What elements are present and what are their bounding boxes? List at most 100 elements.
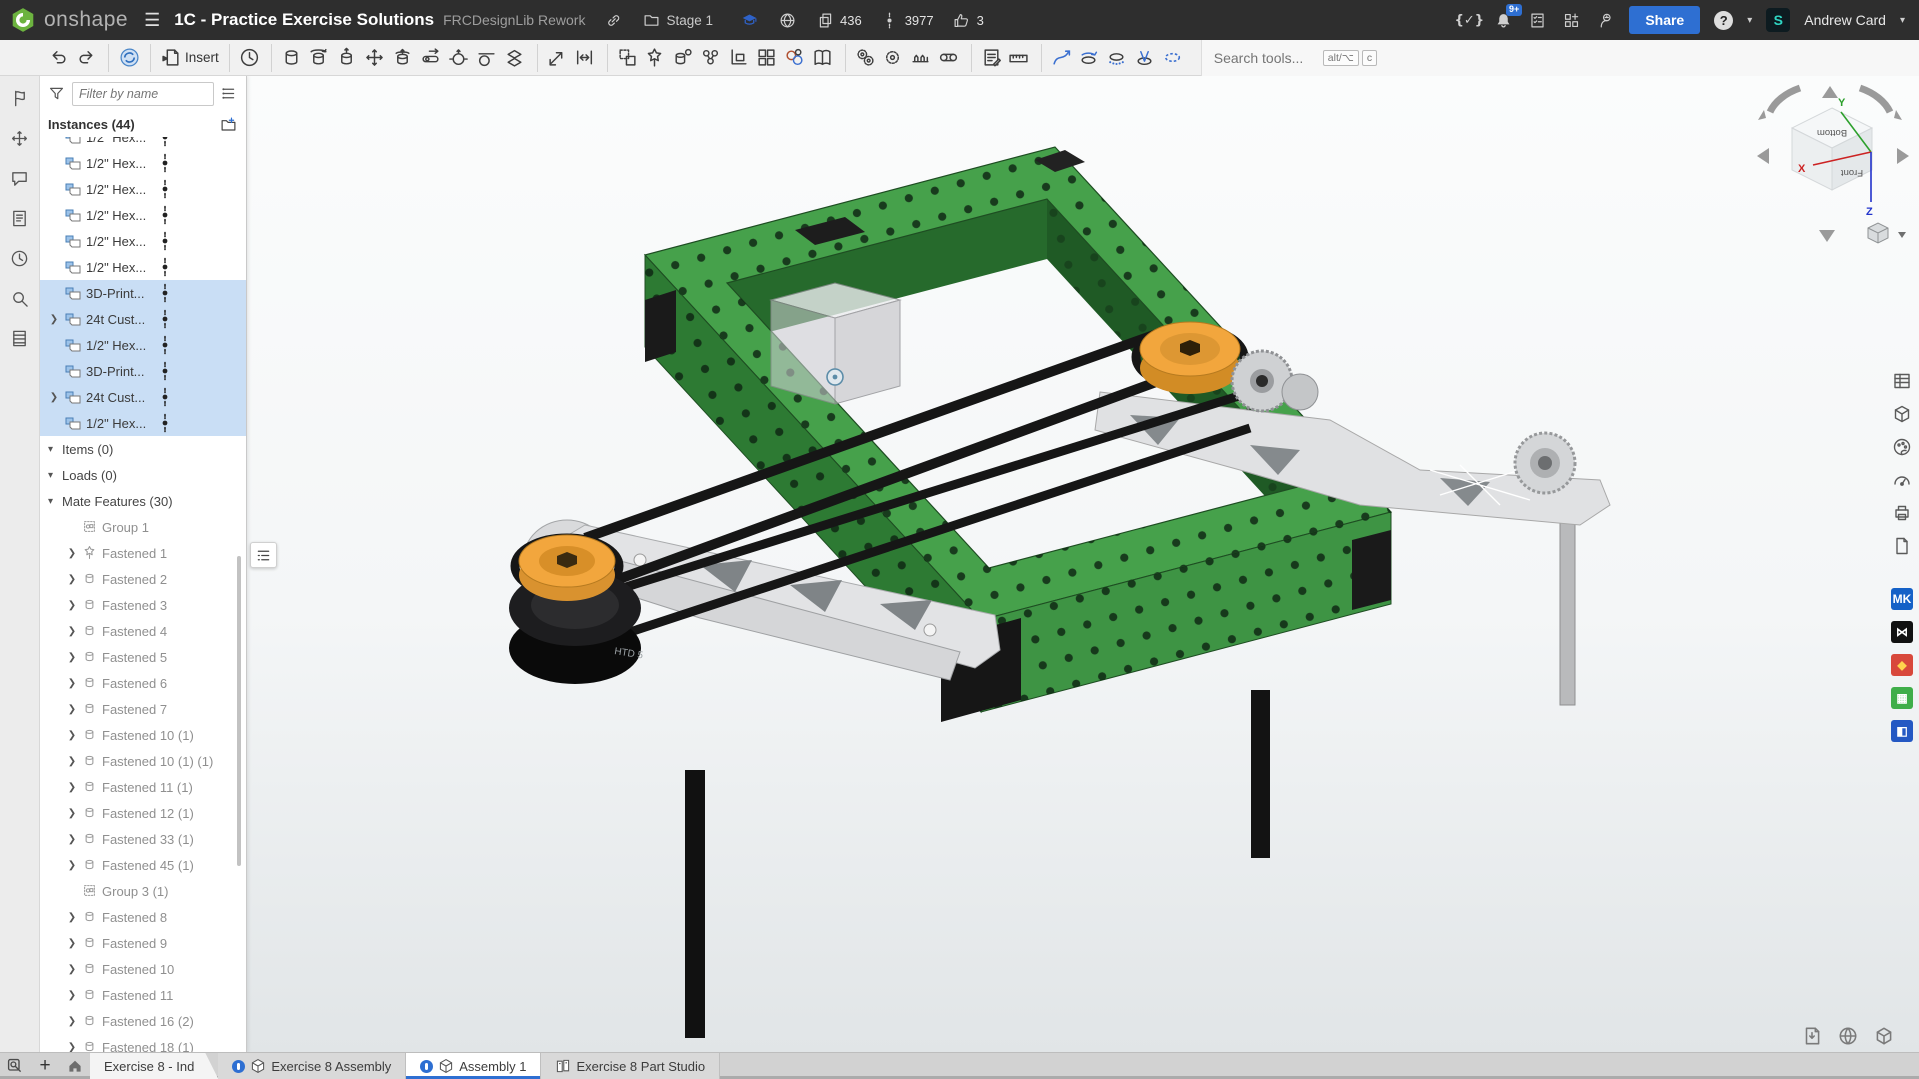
rotate-ccw-arrow[interactable]: [1770, 88, 1800, 112]
mate-feature-row[interactable]: ❯ Fastened 5: [40, 644, 246, 670]
instance-row[interactable]: ❯ 1/2" Hex...: [40, 137, 246, 150]
expand-chevron-icon[interactable]: ❯: [64, 912, 80, 923]
strip-button[interactable]: [8, 126, 32, 150]
loads-section[interactable]: ▾ Loads (0): [40, 462, 246, 488]
strip-button[interactable]: [8, 86, 32, 110]
toolbar-button[interactable]: [1159, 44, 1187, 72]
strip-button[interactable]: [8, 286, 32, 310]
mate-feature-row[interactable]: ❯ Fastened 11 (1): [40, 774, 246, 800]
toolbar-button[interactable]: [1131, 44, 1159, 72]
expand-chevron-icon[interactable]: ❯: [46, 392, 62, 403]
user-name[interactable]: Andrew Card: [1804, 12, 1886, 28]
mate-feature-row[interactable]: ❯ Fastened 7: [40, 696, 246, 722]
cube-front-face-label[interactable]: Front: [1841, 167, 1864, 178]
help-button[interactable]: ?: [1714, 11, 1733, 30]
view-menu-button[interactable]: [1868, 223, 1906, 243]
instance-row[interactable]: ❯ 1/2" Hex...: [40, 332, 246, 358]
mate-feature-row[interactable]: ❯ Fastened 18 (1): [40, 1034, 246, 1052]
right-panel-button[interactable]: ⋈: [1891, 621, 1913, 643]
folder-icon[interactable]: [641, 10, 661, 30]
share-button[interactable]: Share: [1629, 6, 1700, 34]
right-panel-button[interactable]: MK: [1891, 588, 1913, 610]
mate-feature-row[interactable]: ❯ Group 1: [40, 514, 246, 540]
right-panel-button[interactable]: [1891, 370, 1913, 392]
document-title[interactable]: 1C - Practice Exercise Solutions: [174, 10, 434, 30]
tasks-icon[interactable]: [1527, 10, 1547, 30]
mate-feature-row[interactable]: ❯ Fastened 16 (2): [40, 1008, 246, 1034]
toolbar-button[interactable]: [445, 44, 473, 72]
rotate-right-arrow[interactable]: [1897, 148, 1909, 164]
dof-indicator-icon[interactable]: [158, 231, 172, 251]
rotate-cw-arrow[interactable]: [1860, 88, 1890, 112]
right-panel-button[interactable]: ▦: [1891, 687, 1913, 709]
dof-indicator-icon[interactable]: [158, 179, 172, 199]
mate-feature-row[interactable]: ❯ Fastened 2: [40, 566, 246, 592]
filter-funnel-icon[interactable]: [48, 85, 66, 103]
expand-chevron-icon[interactable]: ❯: [64, 990, 80, 1001]
copies-icon[interactable]: [815, 10, 835, 30]
view-cube[interactable]: Bottom Front: [1792, 108, 1872, 190]
expand-chevron-icon[interactable]: ❯: [64, 678, 80, 689]
tilt-down-arrow[interactable]: [1819, 230, 1835, 242]
new-tab-button[interactable]: +: [30, 1053, 60, 1079]
strip-button[interactable]: [8, 326, 32, 350]
toolbar-button[interactable]: [305, 44, 333, 72]
items-section[interactable]: ▾ Items (0): [40, 436, 246, 462]
right-panel-button[interactable]: [1891, 469, 1913, 491]
toolbar-button[interactable]: [501, 44, 529, 72]
toolbar-button[interactable]: [361, 44, 389, 72]
mate-feature-row[interactable]: ❯ Fastened 1: [40, 540, 246, 566]
mate-feature-row[interactable]: ❯ Fastened 9: [40, 930, 246, 956]
chevron-down-icon[interactable]: ▾: [48, 470, 62, 481]
viewport-tool-button[interactable]: [1873, 1025, 1895, 1047]
toolbar-button[interactable]: [1103, 44, 1131, 72]
learning-center-icon[interactable]: [1595, 10, 1615, 30]
right-panel-button[interactable]: [1891, 535, 1913, 557]
expand-chevron-icon[interactable]: ❯: [64, 808, 80, 819]
panel-scrollbar[interactable]: [237, 556, 241, 866]
expand-chevron-icon[interactable]: ❯: [64, 574, 80, 585]
search-tools-input[interactable]: [1212, 49, 1320, 67]
chevron-down-icon[interactable]: ▾: [48, 496, 62, 507]
toolbar-button[interactable]: [971, 44, 1005, 72]
mate-feature-row[interactable]: ❯ Fastened 33 (1): [40, 826, 246, 852]
graphics-area[interactable]: [40, 76, 1919, 1052]
instance-row[interactable]: ❯ 24t Cust...: [40, 306, 246, 332]
dof-indicator-icon[interactable]: [158, 387, 172, 407]
mate-feature-row[interactable]: ❯ Fastened 6: [40, 670, 246, 696]
likes-icon[interactable]: [952, 10, 972, 30]
toolbar-button[interactable]: [607, 44, 641, 72]
toolbar-button[interactable]: [571, 44, 599, 72]
avatar[interactable]: S: [1766, 8, 1790, 32]
toolbar-button[interactable]: [271, 44, 305, 72]
right-panel-button[interactable]: ◆: [1891, 654, 1913, 676]
toolbar-button[interactable]: Insert: [150, 44, 221, 72]
notifications-bell-icon[interactable]: 9+: [1493, 10, 1513, 30]
right-panel-button[interactable]: [1891, 502, 1913, 524]
document-tab[interactable]: Exercise 8 - Ind: [90, 1053, 218, 1079]
strip-button[interactable]: [8, 246, 32, 270]
document-tab[interactable]: Assembly 1: [406, 1053, 541, 1079]
right-panel-button[interactable]: [1891, 403, 1913, 425]
link-icon[interactable]: [603, 10, 623, 30]
breadcrumb-folder[interactable]: Stage 1: [666, 13, 713, 28]
expand-chevron-icon[interactable]: ❯: [64, 964, 80, 975]
strip-button[interactable]: [8, 166, 32, 190]
instance-row[interactable]: ❯ 1/2" Hex...: [40, 176, 246, 202]
toolbar-button[interactable]: [845, 44, 879, 72]
toolbar-button[interactable]: [108, 44, 142, 72]
toolbar-button[interactable]: [725, 44, 753, 72]
expand-chevron-icon[interactable]: ❯: [64, 548, 80, 559]
toolbar-button[interactable]: [417, 44, 445, 72]
dof-indicator-icon[interactable]: [158, 153, 172, 173]
onshape-logo-icon[interactable]: [10, 7, 36, 33]
dof-indicator-icon[interactable]: [158, 361, 172, 381]
apps-grid-icon[interactable]: [1561, 10, 1581, 30]
instance-row[interactable]: ❯ 1/2" Hex...: [40, 150, 246, 176]
expand-chevron-icon[interactable]: ❯: [64, 730, 80, 741]
expand-chevron-icon[interactable]: ❯: [64, 1042, 80, 1053]
rotate-left-arrow[interactable]: [1757, 148, 1769, 164]
toolbar-button[interactable]: [809, 44, 837, 72]
instance-row[interactable]: ❯ 1/2" Hex...: [40, 228, 246, 254]
instance-row[interactable]: ❯ 1/2" Hex...: [40, 254, 246, 280]
